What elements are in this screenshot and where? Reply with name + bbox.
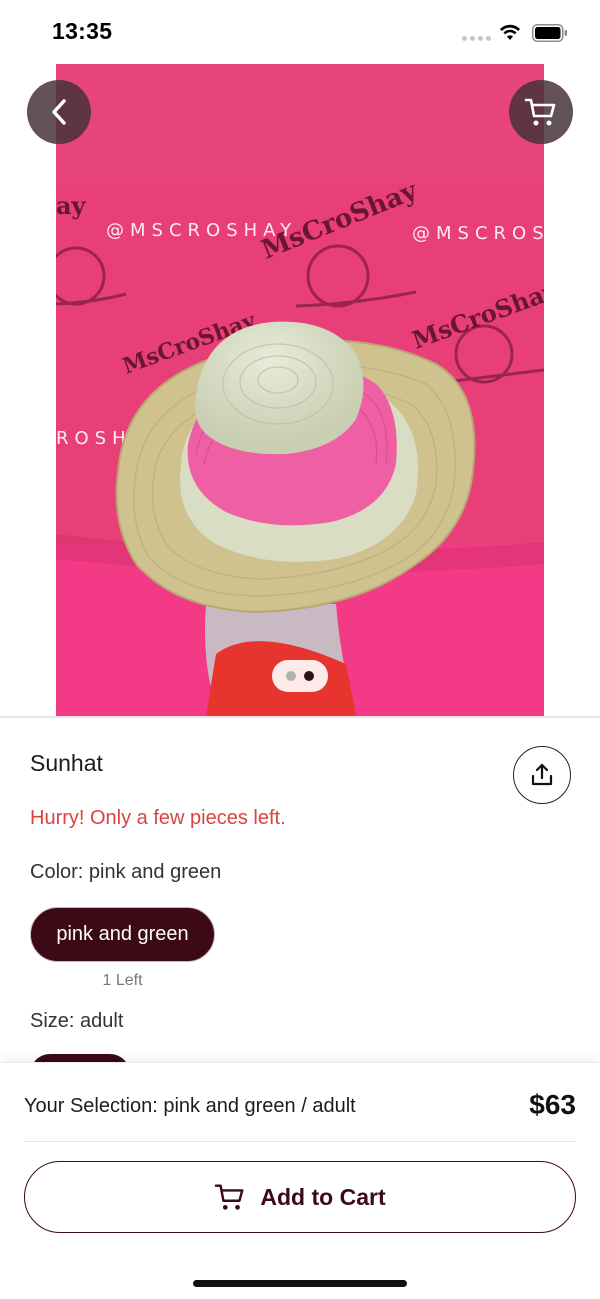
- selection-summary: Your Selection: pink and green / adult: [24, 1095, 356, 1117]
- color-option-pink-and-green[interactable]: pink and green: [30, 907, 215, 962]
- cart-icon: [524, 98, 556, 126]
- size-label: Size: adult: [30, 1010, 124, 1032]
- panel-divider: [24, 1141, 576, 1142]
- product-photo[interactable]: MsCroShay MsCroShay MsCroShay ay @MSCROS…: [56, 64, 544, 716]
- cart-button[interactable]: [509, 80, 573, 144]
- color-option-stock: 1 Left: [102, 972, 143, 989]
- pager-dot-active[interactable]: [304, 671, 314, 681]
- section-divider: [0, 716, 600, 718]
- share-icon: [531, 763, 553, 786]
- status-bar: 13:35: [0, 0, 600, 64]
- color-label: Color: pink and green: [30, 861, 222, 883]
- svg-text:ay: ay: [56, 191, 87, 220]
- product-title: Sunhat: [30, 750, 103, 776]
- status-time: 13:35: [52, 18, 113, 44]
- home-indicator[interactable]: [193, 1280, 407, 1287]
- gallery-pager[interactable]: [272, 660, 328, 692]
- selection-panel: Your Selection: pink and green / adult $…: [0, 1062, 600, 1299]
- wifi-icon: [500, 24, 520, 40]
- cart-icon: [215, 1184, 244, 1210]
- pager-dot[interactable]: [286, 671, 296, 681]
- share-button[interactable]: [513, 746, 571, 804]
- battery-icon: [532, 24, 567, 42]
- add-to-cart-label: Add to Cart: [260, 1183, 386, 1210]
- add-to-cart-button[interactable]: Add to Cart: [24, 1161, 576, 1233]
- product-gallery[interactable]: MsCroShay MsCroShay MsCroShay ay @MSCROS…: [0, 64, 600, 716]
- cellular-signal-icon: [462, 36, 491, 41]
- svg-text:@MSCROSH: @MSCROSH: [412, 223, 544, 244]
- svg-text:@MSCROSHAY: @MSCROSHAY: [106, 220, 297, 241]
- price: $63: [529, 1089, 576, 1120]
- back-icon: [52, 99, 66, 125]
- back-button[interactable]: [27, 80, 91, 144]
- low-stock-message: Hurry! Only a few pieces left.: [30, 807, 286, 829]
